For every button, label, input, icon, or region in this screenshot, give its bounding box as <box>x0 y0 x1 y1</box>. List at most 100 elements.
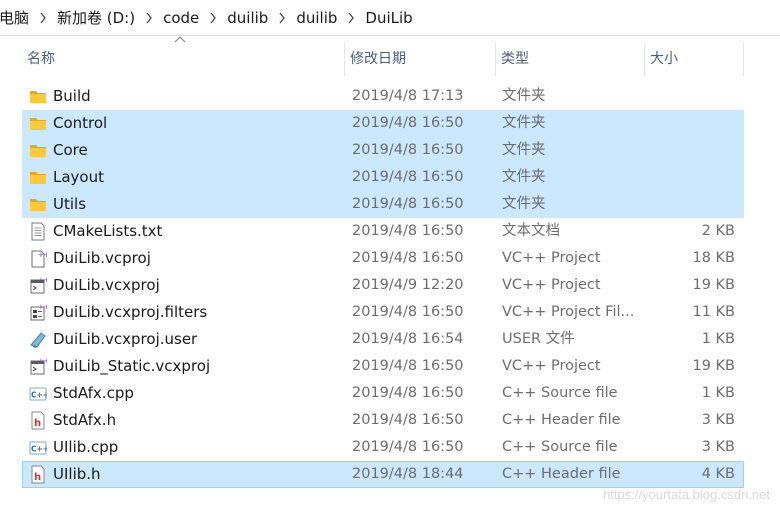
column-header-type[interactable]: 类型 <box>496 40 644 76</box>
file-row[interactable]: C++ StdAfx.cpp 2019/4/8 16:50 C++ Source fi… <box>22 380 744 407</box>
folder-icon <box>29 141 47 160</box>
file-type: VC++ Project <box>502 250 601 266</box>
file-type: C++ Header file <box>502 466 621 482</box>
file-date-modified: 2019/4/8 16:50 <box>352 304 464 320</box>
vcproj-file-icon: ++ <box>29 249 50 268</box>
file-name[interactable]: Utils <box>53 192 343 217</box>
file-row[interactable]: Utils 2019/4/8 16:50 文件夹 <box>22 191 744 218</box>
file-size: 3 KB <box>701 439 735 455</box>
file-name[interactable]: Control <box>53 111 343 136</box>
file-size: 19 KB <box>692 358 735 374</box>
file-size: 1 KB <box>701 331 735 347</box>
file-date-modified: 2019/4/8 16:50 <box>352 439 464 455</box>
file-type: 文件夹 <box>502 88 546 104</box>
file-row[interactable]: Layout 2019/4/8 16:50 文件夹 <box>22 164 744 191</box>
file-row[interactable]: ++ DuiLib_Static.vcxproj 2019/4/8 16:50 VC+… <box>22 353 744 380</box>
file-size: 3 KB <box>701 412 735 428</box>
folder-icon <box>29 87 47 106</box>
file-row[interactable]: h UIlib.h 2019/4/8 18:44 C++ Header file 4 K… <box>22 461 744 488</box>
file-name[interactable]: DuiLib.vcproj <box>53 246 343 271</box>
column-header-size[interactable]: 大小 <box>645 40 743 76</box>
svg-text:C++: C++ <box>31 391 47 400</box>
svg-text:++: ++ <box>38 276 47 284</box>
file-row[interactable]: ++ DuiLib.vcproj 2019/4/8 16:50 VC++ Projec… <box>22 245 744 272</box>
chevron-right-icon[interactable] <box>201 10 225 25</box>
column-header-date[interactable]: 修改日期 <box>345 40 495 76</box>
chevron-right-icon[interactable] <box>339 10 363 25</box>
file-date-modified: 2019/4/9 12:20 <box>352 277 464 293</box>
file-type: VC++ Project <box>502 358 601 374</box>
file-size: 1 KB <box>701 385 735 401</box>
file-date-modified: 2019/4/8 16:50 <box>352 223 464 239</box>
breadcrumb-item-duilib[interactable]: duilib <box>225 9 270 27</box>
file-size <box>646 165 735 190</box>
file-date-modified: 2019/4/8 16:50 <box>352 115 464 131</box>
breadcrumb-item-code[interactable]: code <box>161 9 201 27</box>
breadcrumb-item-drive[interactable]: 新加卷 (D:) <box>55 7 137 28</box>
chevron-right-icon[interactable] <box>31 10 55 25</box>
column-header-name[interactable]: 名称 <box>22 40 344 76</box>
chevron-right-icon[interactable] <box>137 10 161 25</box>
file-name[interactable]: UIlib.cpp <box>53 435 343 460</box>
file-date-modified: 2019/4/8 17:13 <box>352 88 464 104</box>
file-list: Build 2019/4/8 17:13 文件夹 Control 2019/4/8 16… <box>22 83 744 488</box>
svg-text:h: h <box>34 418 41 429</box>
file-name[interactable]: UIlib.h <box>53 462 343 487</box>
svg-text:++: ++ <box>38 357 47 365</box>
file-row[interactable]: DuiLib.vcxproj.user 2019/4/8 16:54 USER 文件… <box>22 326 744 353</box>
breadcrumb-item-computer[interactable]: 电脑 <box>0 7 31 28</box>
file-row[interactable]: C++ UIlib.cpp 2019/4/8 16:50 C++ Source fil… <box>22 434 744 461</box>
file-size: 4 KB <box>701 466 735 482</box>
svg-text:C++: C++ <box>31 445 47 454</box>
column-divider[interactable] <box>743 42 744 76</box>
file-size <box>646 84 735 109</box>
file-date-modified: 2019/4/8 16:50 <box>352 358 464 374</box>
user-file-icon <box>29 330 47 349</box>
file-row[interactable]: Control 2019/4/8 16:50 文件夹 <box>22 110 744 137</box>
file-type: C++ Source file <box>502 385 618 401</box>
file-row[interactable]: ++ DuiLib.vcxproj 2019/4/9 12:20 VC++ Proje… <box>22 272 744 299</box>
cpp-file-icon: C++ <box>29 438 49 457</box>
file-date-modified: 2019/4/8 18:44 <box>352 466 464 482</box>
file-size: 11 KB <box>692 304 735 320</box>
file-type: VC++ Project Fil... <box>502 304 635 320</box>
file-name[interactable]: DuiLib.vcxproj.user <box>53 327 343 352</box>
file-name[interactable]: Layout <box>53 165 343 190</box>
file-type: USER 文件 <box>502 331 575 347</box>
folder-icon <box>29 114 47 133</box>
file-row[interactable]: h StdAfx.h 2019/4/8 16:50 C++ Header file 3 … <box>22 407 744 434</box>
breadcrumb-item-duilib-sub[interactable]: duilib <box>294 9 339 27</box>
vcxproj-file-icon: ++ <box>29 357 50 376</box>
file-type: 文本文档 <box>502 223 560 239</box>
chevron-right-icon[interactable] <box>270 10 294 25</box>
file-size <box>646 192 735 217</box>
file-size <box>646 138 735 163</box>
file-name[interactable]: StdAfx.cpp <box>53 381 343 406</box>
text-file-icon <box>29 222 47 241</box>
file-date-modified: 2019/4/8 16:50 <box>352 142 464 158</box>
file-name[interactable]: CMakeLists.txt <box>53 219 343 244</box>
file-date-modified: 2019/4/8 16:50 <box>352 385 464 401</box>
file-name[interactable]: DuiLib.vcxproj.filters <box>53 300 343 325</box>
file-name[interactable]: DuiLib_Static.vcxproj <box>53 354 343 379</box>
file-type: VC++ Project <box>502 277 601 293</box>
file-row[interactable]: CMakeLists.txt 2019/4/8 16:50 文本文档 2 KB <box>22 218 744 245</box>
file-size <box>646 111 735 136</box>
breadcrumb-item-current[interactable]: DuiLib <box>363 9 414 27</box>
file-name[interactable]: StdAfx.h <box>53 408 343 433</box>
svg-text:++: ++ <box>38 251 47 259</box>
file-row[interactable]: ++ DuiLib.vcxproj.filters 2019/4/8 16:50 VC… <box>22 299 744 326</box>
file-name[interactable]: Core <box>53 138 343 163</box>
file-date-modified: 2019/4/8 16:50 <box>352 196 464 212</box>
header-file-icon: h <box>29 465 47 484</box>
file-size: 19 KB <box>692 277 735 293</box>
header-file-icon: h <box>29 411 47 430</box>
file-date-modified: 2019/4/8 16:50 <box>352 250 464 266</box>
file-name[interactable]: Build <box>53 84 343 109</box>
file-name[interactable]: DuiLib.vcxproj <box>53 273 343 298</box>
file-row[interactable]: Core 2019/4/8 16:50 文件夹 <box>22 137 744 164</box>
file-row[interactable]: Build 2019/4/8 17:13 文件夹 <box>22 83 744 110</box>
svg-text:++: ++ <box>38 303 47 311</box>
file-size: 18 KB <box>692 250 735 266</box>
file-type: 文件夹 <box>502 196 546 212</box>
